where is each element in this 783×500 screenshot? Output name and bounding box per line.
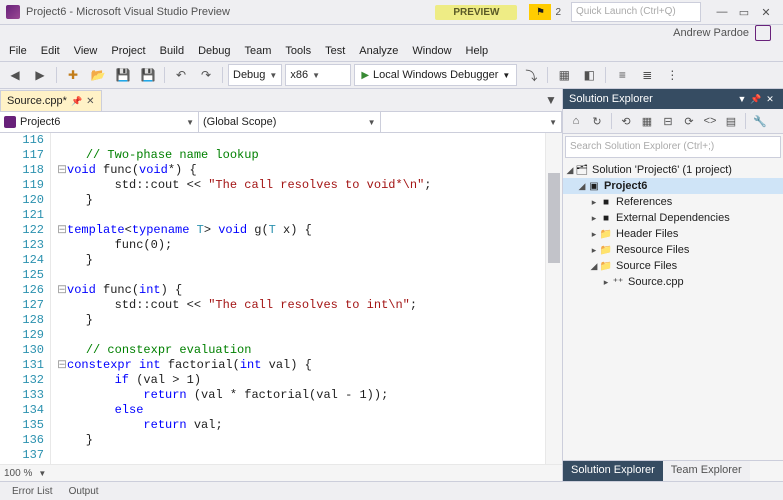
se-preview-icon[interactable]: ▤	[722, 112, 740, 130]
tab-solution-explorer[interactable]: Solution Explorer	[563, 461, 663, 481]
tab-source-cpp[interactable]: Source.cpp* 📌 ✕	[0, 90, 102, 111]
vs-logo-icon	[6, 5, 20, 19]
nav-forward-button[interactable]: ▶	[29, 64, 51, 86]
folder-icon: 📁	[599, 227, 613, 241]
se-pin-icon[interactable]: 📌	[749, 92, 763, 106]
new-project-button[interactable]: ✚	[62, 64, 84, 86]
menu-analyze[interactable]: Analyze	[352, 43, 405, 59]
code-editor[interactable]: // Two-phase name lookup⊟void func(void*…	[51, 133, 545, 464]
project-node[interactable]: ◢▣ Project6	[563, 178, 783, 194]
folder-references[interactable]: ▸■References	[563, 194, 783, 210]
solution-explorer-title: Solution Explorer ▼ 📌 ✕	[563, 89, 783, 109]
project-icon	[4, 116, 16, 128]
bottom-tab-error-list[interactable]: Error List	[4, 484, 61, 499]
notification-flag-icon[interactable]: ⚑	[529, 4, 551, 20]
menu-tools[interactable]: Tools	[278, 43, 318, 59]
menu-file[interactable]: File	[2, 43, 34, 59]
close-button[interactable]: ✕	[755, 2, 777, 22]
zoom-level[interactable]: 100 %	[0, 468, 36, 479]
preview-badge: PREVIEW	[435, 5, 517, 20]
solution-explorer-pane: Solution Explorer ▼ 📌 ✕ ⌂ ↻ ⟲ ▦ ⊟ ⟳ <> ▤…	[562, 89, 783, 481]
save-all-button[interactable]: 💾	[137, 64, 159, 86]
tool-icon-1[interactable]: ▦	[553, 64, 575, 86]
minimize-button[interactable]: —	[711, 2, 733, 22]
window-title: Project6 - Microsoft Visual Studio Previ…	[26, 6, 230, 18]
menu-help[interactable]: Help	[459, 43, 496, 59]
config-combo[interactable]: Debug▼	[228, 64, 282, 86]
menu-view[interactable]: View	[67, 43, 105, 59]
se-wrench-icon[interactable]: 🔧	[751, 112, 769, 130]
nav-member-combo[interactable]: ▼	[381, 112, 563, 132]
user-avatar-icon[interactable]	[755, 25, 771, 41]
nav-scope-combo[interactable]: (Global Scope)▼	[199, 112, 381, 132]
menu-test[interactable]: Test	[318, 43, 352, 59]
step-button[interactable]: ⤵	[520, 64, 542, 86]
start-debug-button[interactable]: ▶Local Windows Debugger▼	[354, 64, 517, 86]
pin-icon[interactable]: 📌	[71, 96, 82, 107]
solution-node[interactable]: ◢🗂 Solution 'Project6' (1 project)	[563, 162, 783, 178]
se-refresh-icon[interactable]: ⟳	[680, 112, 698, 130]
toolbar: ◀ ▶ ✚ 📂 💾 💾 ↶ ↷ Debug▼ x86▼ ▶Local Windo…	[0, 62, 783, 89]
tab-close-icon[interactable]: ✕	[86, 96, 94, 107]
document-tabs: Source.cpp* 📌 ✕ ▼	[0, 89, 562, 111]
solution-icon: 🗂	[575, 163, 589, 177]
se-properties-icon[interactable]: <>	[701, 112, 719, 130]
navigation-bar: Project6▼ (Global Scope)▼ ▼	[0, 111, 562, 133]
se-toolbar: ⌂ ↻ ⟲ ▦ ⊟ ⟳ <> ▤ 🔧	[563, 109, 783, 134]
notification-count[interactable]: 2	[555, 7, 561, 18]
user-name[interactable]: Andrew Pardoe	[673, 27, 749, 39]
titlebar: Project6 - Microsoft Visual Studio Previ…	[0, 0, 783, 25]
open-file-button[interactable]: 📂	[87, 64, 109, 86]
file-source-cpp[interactable]: ▸⁺⁺Source.cpp	[563, 274, 783, 290]
restore-button[interactable]: ▭	[733, 2, 755, 22]
horizontal-scrollbar[interactable]: 100 % ▼	[0, 464, 562, 481]
folder-icon: 📁	[599, 259, 613, 273]
tab-label: Source.cpp*	[7, 95, 67, 107]
project-icon: ▣	[587, 179, 601, 193]
quick-launch-input[interactable]: Quick Launch (Ctrl+Q)	[571, 2, 701, 22]
folder-external-dependencies[interactable]: ▸■External Dependencies	[563, 210, 783, 226]
platform-combo[interactable]: x86▼	[285, 64, 351, 86]
se-pending-icon[interactable]: ↻	[588, 112, 606, 130]
se-dropdown-icon[interactable]: ▼	[735, 92, 749, 106]
vertical-scrollbar[interactable]	[545, 133, 562, 464]
folder-header-files[interactable]: ▸📁Header Files	[563, 226, 783, 242]
tab-team-explorer[interactable]: Team Explorer	[663, 461, 750, 481]
folder-resource-files[interactable]: ▸📁Resource Files	[563, 242, 783, 258]
tool-icon-2[interactable]: ◧	[578, 64, 600, 86]
se-home-icon[interactable]: ⌂	[567, 112, 585, 130]
menu-build[interactable]: Build	[153, 43, 191, 59]
line-gutter: 1161171181191201211221231241251261271281…	[0, 133, 51, 464]
folder-icon: ■	[599, 211, 613, 225]
se-collapse-icon[interactable]: ⊟	[659, 112, 677, 130]
cpp-file-icon: ⁺⁺	[611, 275, 625, 289]
folder-icon: ■	[599, 195, 613, 209]
nav-back-button[interactable]: ◀	[4, 64, 26, 86]
menubar: FileEditViewProjectBuildDebugTeamToolsTe…	[0, 41, 783, 62]
folder-icon: 📁	[599, 243, 613, 257]
se-search-input[interactable]: Search Solution Explorer (Ctrl+;)	[565, 136, 781, 158]
se-tabstrip: Solution Explorer Team Explorer	[563, 460, 783, 481]
bottom-tab-output[interactable]: Output	[61, 484, 107, 499]
tab-dropdown-button[interactable]: ▼	[540, 89, 562, 111]
menu-edit[interactable]: Edit	[34, 43, 67, 59]
se-sync-icon[interactable]: ⟲	[617, 112, 635, 130]
tool-icon-4[interactable]: ≣	[636, 64, 658, 86]
folder-source-files[interactable]: ◢📁Source Files	[563, 258, 783, 274]
tool-icon-5[interactable]: ⋮	[661, 64, 683, 86]
nav-project-combo[interactable]: Project6▼	[0, 112, 199, 132]
redo-button[interactable]: ↷	[195, 64, 217, 86]
menu-window[interactable]: Window	[405, 43, 458, 59]
se-showall-icon[interactable]: ▦	[638, 112, 656, 130]
menu-debug[interactable]: Debug	[191, 43, 237, 59]
menu-team[interactable]: Team	[238, 43, 279, 59]
bottom-tool-tabs: Error ListOutput	[0, 481, 783, 500]
solution-tree: ◢🗂 Solution 'Project6' (1 project) ◢▣ Pr…	[563, 160, 783, 460]
save-button[interactable]: 💾	[112, 64, 134, 86]
tool-icon-3[interactable]: ≡	[611, 64, 633, 86]
se-close-icon[interactable]: ✕	[763, 92, 777, 106]
undo-button[interactable]: ↶	[170, 64, 192, 86]
editor-pane: Source.cpp* 📌 ✕ ▼ Project6▼ (Global Scop…	[0, 89, 562, 481]
menu-project[interactable]: Project	[104, 43, 152, 59]
